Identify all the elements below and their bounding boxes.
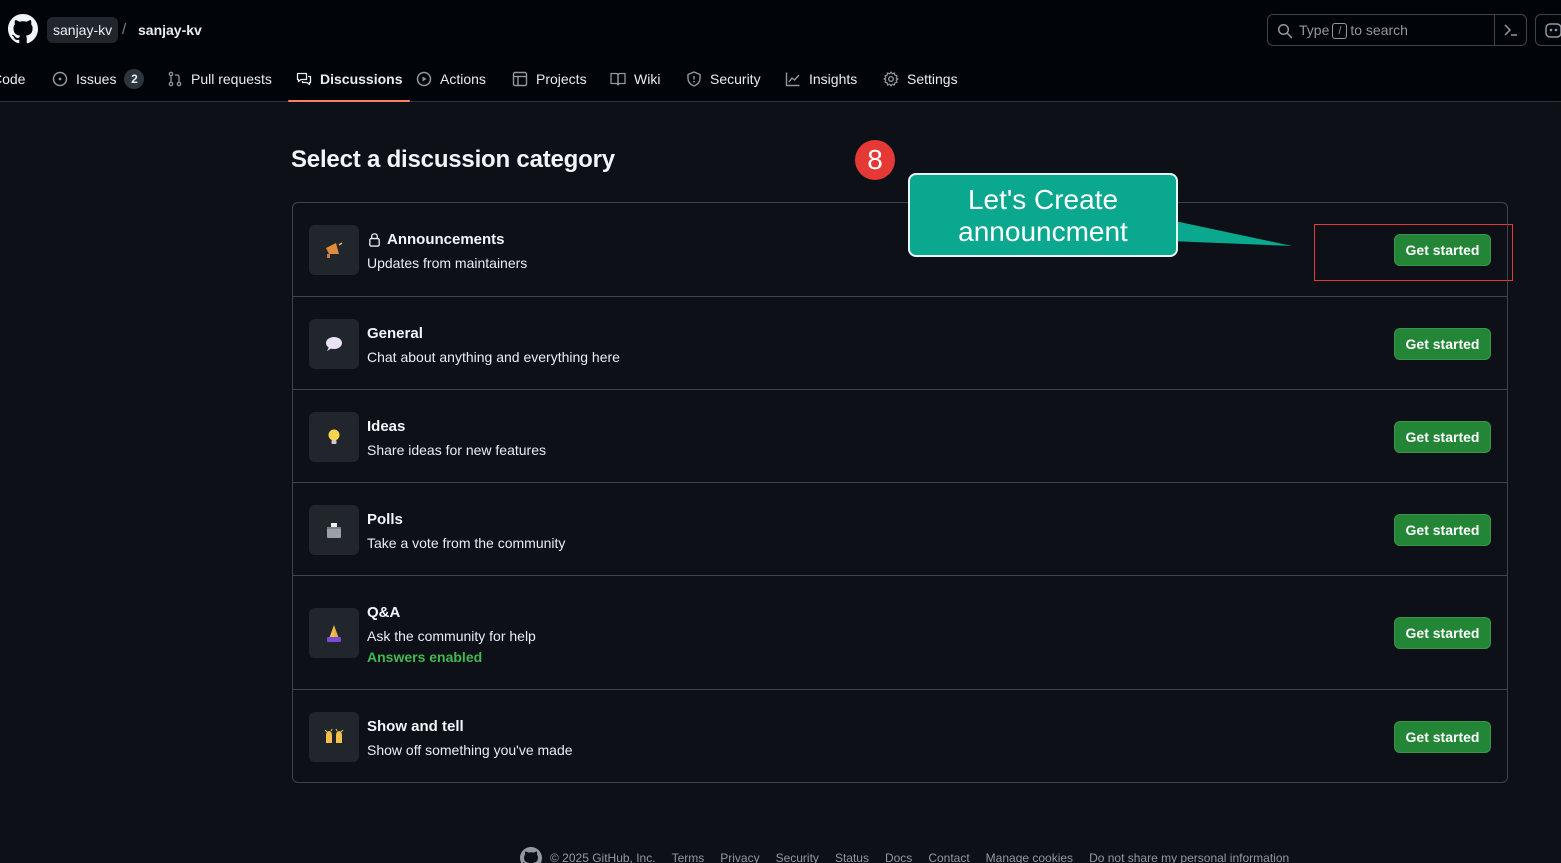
loudspeaker-icon — [309, 225, 359, 275]
page-title: Select a discussion category — [291, 146, 615, 173]
category-name: Show and tell — [367, 718, 464, 735]
tab-label: Pull requests — [191, 70, 272, 87]
category-description: Ask the community for help — [367, 628, 536, 644]
issues-counter-badge: 2 — [124, 68, 145, 89]
category-name: General — [367, 325, 423, 342]
get-started-button-qa[interactable]: Get started — [1394, 617, 1491, 649]
ballot-box-icon — [309, 505, 359, 555]
answers-enabled-label: Answers enabled — [367, 649, 483, 665]
category-row-general: General Chat about anything and everythi… — [293, 296, 1507, 389]
tab-wiki[interactable]: Wiki — [610, 56, 660, 101]
tab-label: Actions — [440, 70, 486, 87]
highlight-box — [1314, 224, 1513, 281]
github-logo-icon[interactable] — [8, 14, 38, 44]
category-description: Show off something you've made — [367, 742, 573, 758]
tab-label: Insights — [809, 70, 858, 87]
category-name: Announcements — [367, 231, 505, 248]
tab-label: Projects — [536, 70, 587, 87]
footer-link-contact[interactable]: Contact — [928, 851, 969, 863]
lock-icon — [369, 233, 380, 247]
search-input[interactable]: Type / to search — [1267, 14, 1527, 46]
footer-link-docs[interactable]: Docs — [885, 851, 912, 863]
breadcrumb-separator: / — [122, 21, 127, 38]
category-row-qa: Q&A Ask the community for help Answers e… — [293, 575, 1507, 689]
category-name-text: Announcements — [387, 231, 505, 248]
raised-hands-icon — [309, 712, 359, 762]
shield-icon — [687, 70, 701, 87]
search-shortcut-key: / — [1332, 23, 1348, 40]
tab-discussions[interactable]: Discussions — [288, 56, 411, 102]
footer-link-do-not-share[interactable]: Do not share my personal information — [1089, 851, 1289, 863]
command-palette-button[interactable] — [1494, 15, 1526, 45]
tab-label: Issues — [76, 70, 117, 87]
tab-security[interactable]: Security — [686, 56, 761, 101]
footer-link-privacy[interactable]: Privacy — [720, 851, 759, 863]
category-row-show-and-tell: Show and tell Show off something you've … — [293, 689, 1507, 782]
tab-label: Code — [0, 70, 26, 87]
search-suffix: to search — [1350, 22, 1408, 38]
table-icon — [512, 71, 528, 86]
active-tab-indicator — [288, 100, 411, 102]
category-description: Take a vote from the community — [367, 535, 566, 551]
tab-insights[interactable]: Insights — [785, 56, 857, 101]
category-description: Updates from maintainers — [367, 255, 528, 271]
callout-pointer — [1170, 220, 1292, 246]
instruction-callout: Let's Create announcment — [908, 173, 1178, 257]
comment-discussion-icon — [296, 72, 312, 85]
footer-link-status[interactable]: Status — [835, 851, 869, 863]
play-icon — [416, 71, 432, 86]
category-row-polls: Polls Take a vote from the community Get… — [293, 482, 1507, 575]
footer-link-security[interactable]: Security — [776, 851, 819, 863]
tab-settings[interactable]: Settings — [883, 56, 958, 101]
callout-line-2: announcment — [958, 216, 1128, 247]
footer-link-manage-cookies[interactable]: Manage cookies — [986, 851, 1073, 863]
category-description: Share ideas for new features — [367, 442, 546, 458]
get-started-button-show-and-tell[interactable]: Get started — [1394, 721, 1491, 753]
github-mark-icon — [520, 847, 542, 863]
search-placeholder: Type / to search — [1299, 15, 1408, 45]
gear-icon — [883, 70, 899, 87]
tab-label: Wiki — [634, 70, 661, 87]
copilot-button[interactable] — [1535, 14, 1561, 46]
copilot-icon — [1545, 23, 1561, 38]
tab-issues[interactable]: Issues 2 — [52, 56, 145, 101]
light-bulb-icon — [309, 412, 359, 462]
app-header: sanjay-kv / sanjay-kv Type/to search Cod… — [0, 0, 1561, 102]
tab-label: Discussions — [320, 70, 403, 87]
step-number-badge: 8 — [855, 140, 895, 180]
category-description: Chat about anything and everything here — [367, 349, 620, 365]
category-name: Polls — [367, 511, 403, 528]
get-started-button-general[interactable]: Get started — [1394, 328, 1491, 360]
footer: © 2025 GitHub, Inc. Terms Privacy Securi… — [520, 847, 1289, 863]
tab-actions[interactable]: Actions — [416, 56, 486, 101]
graph-icon — [785, 72, 800, 86]
git-pull-request-icon — [168, 71, 182, 86]
breadcrumb-repo[interactable]: sanjay-kv — [138, 17, 202, 43]
category-name: Q&A — [367, 604, 401, 621]
tab-projects[interactable]: Projects — [512, 56, 587, 101]
speech-balloon-icon — [309, 319, 359, 369]
book-icon — [610, 72, 626, 86]
issue-opened-icon — [52, 71, 68, 86]
terminal-icon — [1504, 24, 1517, 36]
praying-hands-icon — [309, 608, 359, 658]
tab-label: Settings — [907, 70, 958, 87]
footer-link-terms[interactable]: Terms — [672, 851, 705, 863]
breadcrumb-owner[interactable]: sanjay-kv — [47, 17, 119, 43]
get-started-button-ideas[interactable]: Get started — [1394, 421, 1491, 453]
tab-pull-requests[interactable]: Pull requests — [167, 56, 272, 101]
search-prefix: Type — [1299, 22, 1330, 38]
search-icon — [1277, 23, 1293, 39]
footer-copyright: © 2025 GitHub, Inc. — [550, 851, 656, 863]
repo-nav: Code Issues 2 Pull requests Discussions … — [0, 56, 1561, 102]
get-started-button-polls[interactable]: Get started — [1394, 514, 1491, 546]
callout-line-1: Let's Create — [967, 184, 1119, 215]
category-list: Announcements Updates from maintainers G… — [292, 202, 1508, 783]
tab-label: Security — [710, 70, 761, 87]
category-name: Ideas — [367, 418, 406, 435]
tab-code[interactable]: Code — [0, 56, 25, 101]
category-row-ideas: Ideas Share ideas for new features Get s… — [293, 389, 1507, 482]
